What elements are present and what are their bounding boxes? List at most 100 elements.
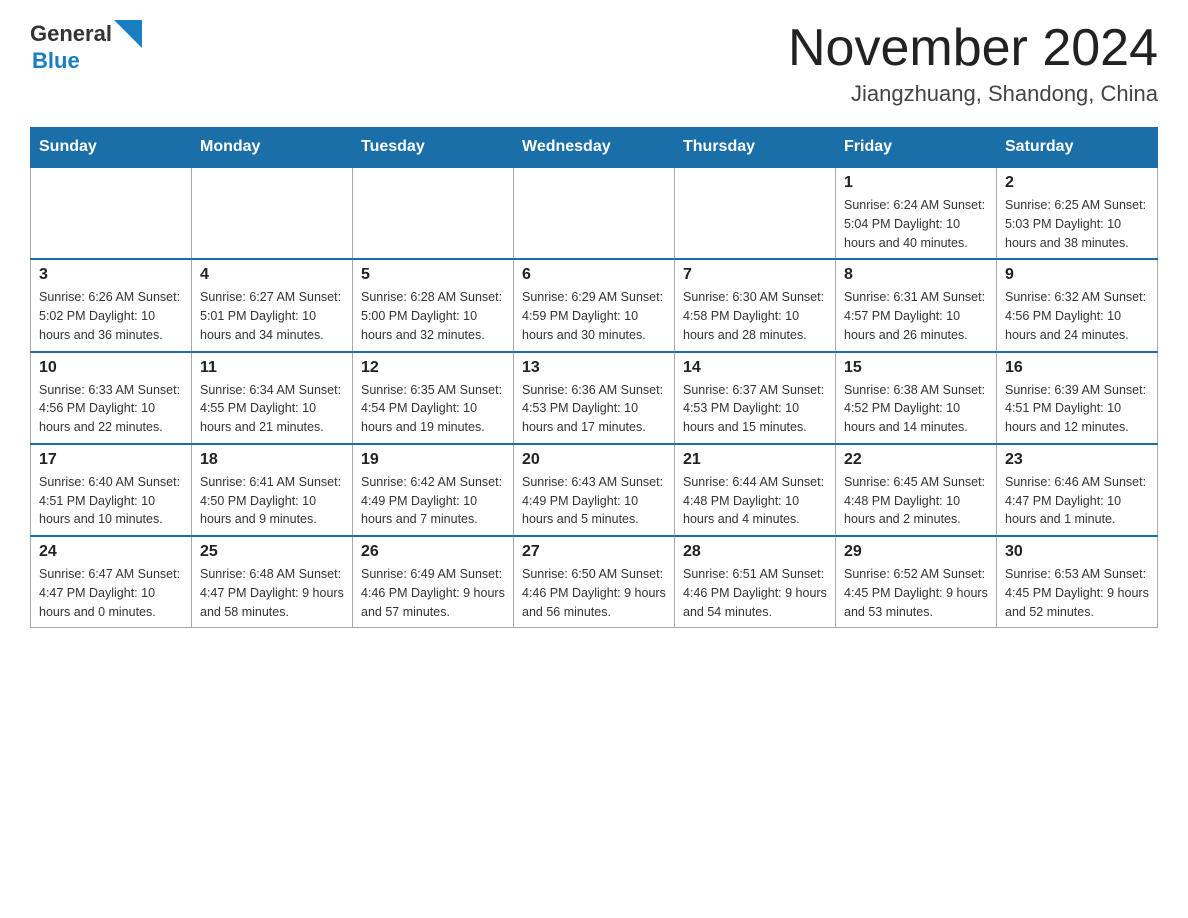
day-info: Sunrise: 6:45 AM Sunset: 4:48 PM Dayligh…	[844, 473, 988, 529]
calendar-cell: 15 Sunrise: 6:38 AM Sunset: 4:52 PM Dayli…	[836, 352, 997, 444]
week-row: 1 Sunrise: 6:24 AM Sunset: 5:04 PM Daylig…	[31, 167, 1158, 259]
day-info: Sunrise: 6:41 AM Sunset: 4:50 PM Dayligh…	[200, 473, 344, 529]
calendar-cell: 26Sunrise: 6:49 AM Sunset: 4:46 PM Dayli…	[353, 536, 514, 628]
day-number: 9	[1005, 266, 1149, 284]
logo-general-text: General	[30, 21, 112, 47]
calendar-cell: 25 Sunrise: 6:48 AM Sunset: 4:47 PM Dayli…	[192, 536, 353, 628]
day-number: 14	[683, 359, 827, 377]
calendar-cell: 10Sunrise: 6:33 AM Sunset: 4:56 PM Dayli…	[31, 352, 192, 444]
calendar-cell: 12 Sunrise: 6:35 AM Sunset: 4:54 PM Dayli…	[353, 352, 514, 444]
day-number: 23	[1005, 451, 1149, 469]
week-row: 24 Sunrise: 6:47 AM Sunset: 4:47 PM Dayli…	[31, 536, 1158, 628]
day-info: Sunrise: 6:29 AM Sunset: 4:59 PM Dayligh…	[522, 288, 666, 344]
day-info: Sunrise: 6:53 AM Sunset: 4:45 PM Dayligh…	[1005, 565, 1149, 621]
day-number: 11	[200, 359, 344, 377]
day-number: 15	[844, 359, 988, 377]
day-info: Sunrise: 6:43 AM Sunset: 4:49 PM Dayligh…	[522, 473, 666, 529]
calendar-cell: 30 Sunrise: 6:53 AM Sunset: 4:45 PM Dayli…	[997, 536, 1158, 628]
calendar-cell: 8Sunrise: 6:31 AM Sunset: 4:57 PM Daylig…	[836, 259, 997, 351]
day-number: 4	[200, 266, 344, 284]
day-number: 16	[1005, 359, 1149, 377]
day-number: 28	[683, 543, 827, 561]
calendar-cell: 28 Sunrise: 6:51 AM Sunset: 4:46 PM Dayli…	[675, 536, 836, 628]
day-number: 27	[522, 543, 666, 561]
calendar-cell: 24 Sunrise: 6:47 AM Sunset: 4:47 PM Dayli…	[31, 536, 192, 628]
day-info: Sunrise: 6:32 AM Sunset: 4:56 PM Dayligh…	[1005, 288, 1149, 344]
day-info: Sunrise: 6:35 AM Sunset: 4:54 PM Dayligh…	[361, 381, 505, 437]
calendar-cell	[353, 167, 514, 259]
calendar-cell: 4 Sunrise: 6:27 AM Sunset: 5:01 PM Daylig…	[192, 259, 353, 351]
calendar-cell: 6 Sunrise: 6:29 AM Sunset: 4:59 PM Daylig…	[514, 259, 675, 351]
day-info: Sunrise: 6:44 AM Sunset: 4:48 PM Dayligh…	[683, 473, 827, 529]
day-info: Sunrise: 6:47 AM Sunset: 4:47 PM Dayligh…	[39, 565, 183, 621]
day-info: Sunrise: 6:26 AM Sunset: 5:02 PM Dayligh…	[39, 288, 183, 344]
day-info: Sunrise: 6:52 AM Sunset: 4:45 PM Dayligh…	[844, 565, 988, 621]
calendar-cell: 13 Sunrise: 6:36 AM Sunset: 4:53 PM Dayli…	[514, 352, 675, 444]
day-number: 20	[522, 451, 666, 469]
calendar-cell: 18 Sunrise: 6:41 AM Sunset: 4:50 PM Dayli…	[192, 444, 353, 536]
day-info: Sunrise: 6:38 AM Sunset: 4:52 PM Dayligh…	[844, 381, 988, 437]
calendar-cell: 5 Sunrise: 6:28 AM Sunset: 5:00 PM Daylig…	[353, 259, 514, 351]
calendar-cell: 20 Sunrise: 6:43 AM Sunset: 4:49 PM Dayli…	[514, 444, 675, 536]
calendar-cell: 7Sunrise: 6:30 AM Sunset: 4:58 PM Daylig…	[675, 259, 836, 351]
calendar-cell: 2 Sunrise: 6:25 AM Sunset: 5:03 PM Daylig…	[997, 167, 1158, 259]
day-info: Sunrise: 6:24 AM Sunset: 5:04 PM Dayligh…	[844, 196, 988, 252]
day-number: 18	[200, 451, 344, 469]
calendar-cell: 9 Sunrise: 6:32 AM Sunset: 4:56 PM Daylig…	[997, 259, 1158, 351]
week-row: 3 Sunrise: 6:26 AM Sunset: 5:02 PM Daylig…	[31, 259, 1158, 351]
day-info: Sunrise: 6:42 AM Sunset: 4:49 PM Dayligh…	[361, 473, 505, 529]
calendar-cell: 3 Sunrise: 6:26 AM Sunset: 5:02 PM Daylig…	[31, 259, 192, 351]
calendar-subtitle: Jiangzhuang, Shandong, China	[788, 81, 1158, 107]
day-of-week-header: Friday	[836, 128, 997, 168]
week-row: 10Sunrise: 6:33 AM Sunset: 4:56 PM Dayli…	[31, 352, 1158, 444]
day-number: 3	[39, 266, 183, 284]
logo-icon	[114, 20, 142, 48]
calendar-cell	[31, 167, 192, 259]
day-of-week-header: Monday	[192, 128, 353, 168]
day-of-week-header: Saturday	[997, 128, 1158, 168]
logo: General Blue	[30, 20, 142, 74]
day-number: 5	[361, 266, 505, 284]
day-info: Sunrise: 6:48 AM Sunset: 4:47 PM Dayligh…	[200, 565, 344, 621]
calendar-cell: 17Sunrise: 6:40 AM Sunset: 4:51 PM Dayli…	[31, 444, 192, 536]
week-row: 17Sunrise: 6:40 AM Sunset: 4:51 PM Dayli…	[31, 444, 1158, 536]
logo-blue-text: Blue	[32, 48, 80, 73]
day-number: 30	[1005, 543, 1149, 561]
calendar-title: November 2024	[788, 20, 1158, 77]
day-info: Sunrise: 6:27 AM Sunset: 5:01 PM Dayligh…	[200, 288, 344, 344]
calendar-cell: 16 Sunrise: 6:39 AM Sunset: 4:51 PM Dayli…	[997, 352, 1158, 444]
calendar-cell: 29 Sunrise: 6:52 AM Sunset: 4:45 PM Dayli…	[836, 536, 997, 628]
page-header: General Blue November 2024 Jiangzhuang, …	[30, 20, 1158, 107]
day-of-week-header: Sunday	[31, 128, 192, 168]
day-number: 1	[844, 174, 988, 192]
day-info: Sunrise: 6:36 AM Sunset: 4:53 PM Dayligh…	[522, 381, 666, 437]
day-number: 19	[361, 451, 505, 469]
calendar-cell	[192, 167, 353, 259]
calendar-cell: 21Sunrise: 6:44 AM Sunset: 4:48 PM Dayli…	[675, 444, 836, 536]
calendar-table: SundayMondayTuesdayWednesdayThursdayFrid…	[30, 127, 1158, 628]
day-info: Sunrise: 6:25 AM Sunset: 5:03 PM Dayligh…	[1005, 196, 1149, 252]
day-number: 26	[361, 543, 505, 561]
day-info: Sunrise: 6:39 AM Sunset: 4:51 PM Dayligh…	[1005, 381, 1149, 437]
day-number: 12	[361, 359, 505, 377]
calendar-cell	[514, 167, 675, 259]
calendar-cell: 27Sunrise: 6:50 AM Sunset: 4:46 PM Dayli…	[514, 536, 675, 628]
day-number: 2	[1005, 174, 1149, 192]
day-number: 29	[844, 543, 988, 561]
day-number: 7	[683, 266, 827, 284]
calendar-cell	[675, 167, 836, 259]
day-number: 6	[522, 266, 666, 284]
day-info: Sunrise: 6:37 AM Sunset: 4:53 PM Dayligh…	[683, 381, 827, 437]
calendar-cell: 11Sunrise: 6:34 AM Sunset: 4:55 PM Dayli…	[192, 352, 353, 444]
title-section: November 2024 Jiangzhuang, Shandong, Chi…	[788, 20, 1158, 107]
day-number: 24	[39, 543, 183, 561]
calendar-cell: 1 Sunrise: 6:24 AM Sunset: 5:04 PM Daylig…	[836, 167, 997, 259]
day-info: Sunrise: 6:46 AM Sunset: 4:47 PM Dayligh…	[1005, 473, 1149, 529]
day-number: 8	[844, 266, 988, 284]
day-of-week-header: Tuesday	[353, 128, 514, 168]
day-info: Sunrise: 6:28 AM Sunset: 5:00 PM Dayligh…	[361, 288, 505, 344]
calendar-cell: 19 Sunrise: 6:42 AM Sunset: 4:49 PM Dayli…	[353, 444, 514, 536]
day-number: 25	[200, 543, 344, 561]
day-info: Sunrise: 6:51 AM Sunset: 4:46 PM Dayligh…	[683, 565, 827, 621]
day-number: 13	[522, 359, 666, 377]
